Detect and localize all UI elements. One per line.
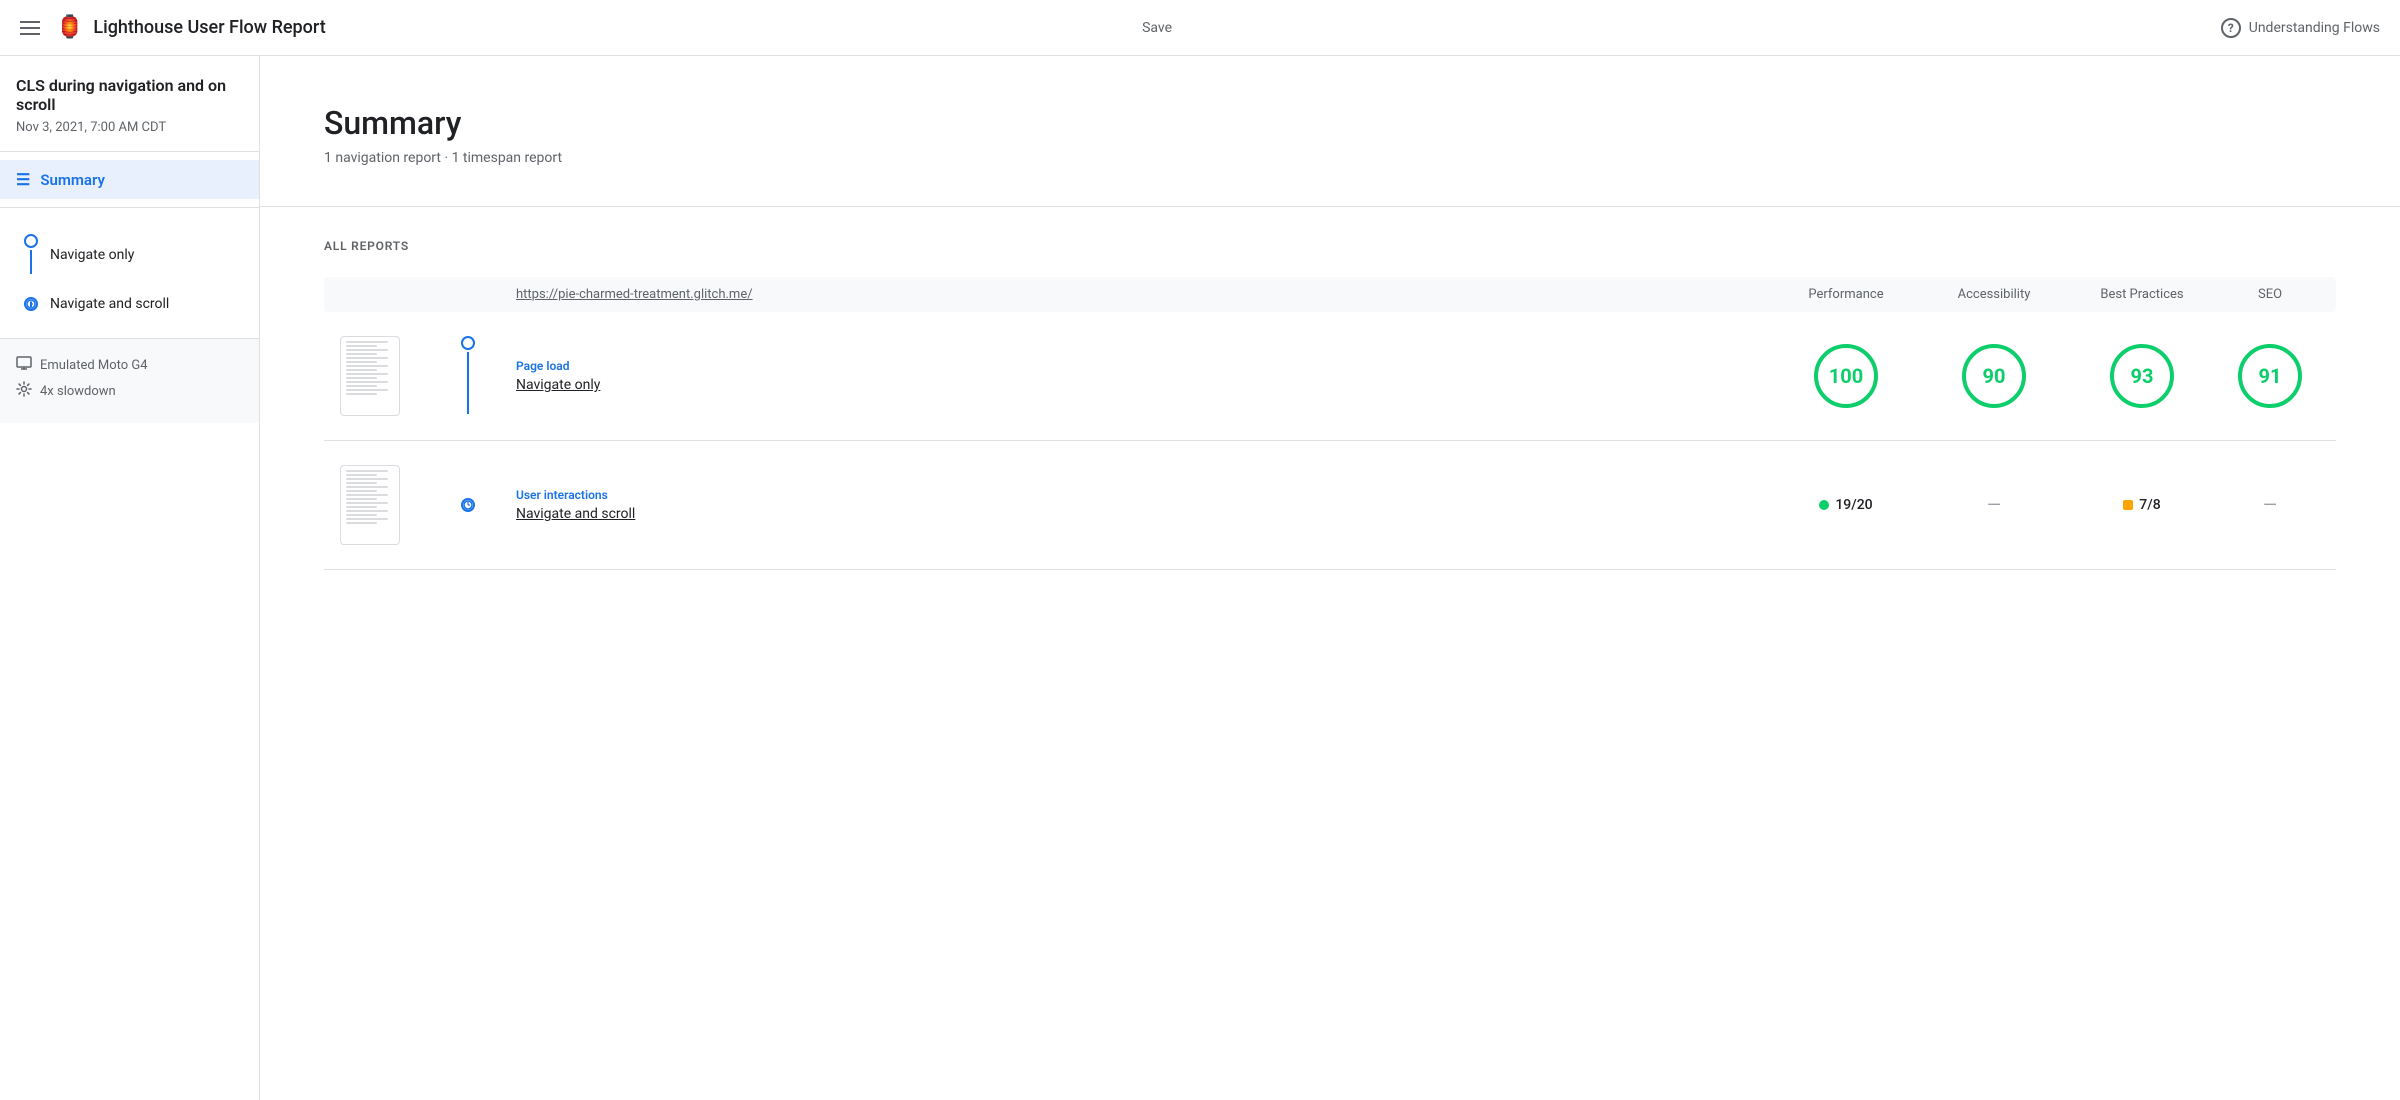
reports-section: ALL REPORTS https://pie-charmed-treatmen… <box>260 207 2400 602</box>
score-pill-performance-2[interactable]: 19/20 <box>1819 497 1872 513</box>
flow-line <box>30 250 32 274</box>
header-url: https://pie-charmed-treatment.glitch.me/ <box>516 287 1768 302</box>
report-row-navigate-only: Page load Navigate only 100 90 93 91 <box>324 312 2336 441</box>
flow-dot-clock-icon <box>24 297 38 311</box>
logo-icon: 🏮 <box>56 15 83 40</box>
score-seo-2: — <box>2220 495 2320 516</box>
score-performance-1: 100 <box>1776 344 1916 408</box>
save-button[interactable]: Save <box>1126 12 1188 44</box>
content-area: Summary 1 navigation report · 1 timespan… <box>260 56 2400 1100</box>
summary-title: Summary <box>324 104 2336 142</box>
all-reports-label: ALL REPORTS <box>324 239 2336 253</box>
report-name-navigate-scroll[interactable]: Navigate and scroll <box>516 506 1768 522</box>
slowdown-label: 4x slowdown <box>40 384 116 399</box>
flow-label-navigate-scroll: Navigate and scroll <box>50 296 169 312</box>
main-layout: CLS during navigation and on scroll Nov … <box>0 56 2400 1100</box>
score-best-practices-2: 7/8 <box>2072 497 2212 513</box>
score-pill-value-bestpractices: 7/8 <box>2139 497 2160 513</box>
sidebar-device-info: Emulated Moto G4 4x slowdown <box>0 339 259 423</box>
summary-subtitle: 1 navigation report · 1 timespan report <box>324 150 2336 166</box>
header: 🏮 Lighthouse User Flow Report Save ? Und… <box>0 0 2400 56</box>
report-type-1: Page load <box>516 359 1768 373</box>
sidebar-project-info: CLS during navigation and on scroll Nov … <box>0 56 259 152</box>
gear-icon <box>16 381 32 401</box>
flow-dot-circle-icon <box>24 234 38 248</box>
flow-label-navigate-only: Navigate only <box>50 247 134 263</box>
thumbnail-1 <box>340 336 420 416</box>
header-title: Lighthouse User Flow Report <box>93 17 1126 38</box>
sidebar: CLS during navigation and on scroll Nov … <box>0 56 260 1100</box>
project-date: Nov 3, 2021, 7:00 AM CDT <box>16 120 243 135</box>
hamburger-menu[interactable] <box>20 21 40 35</box>
flow-circle-indicator <box>461 336 475 350</box>
score-pill-value-performance: 19/20 <box>1835 497 1872 513</box>
score-performance-2: 19/20 <box>1776 497 1916 513</box>
header-performance: Performance <box>1776 287 1916 302</box>
flow-line-indicator <box>467 352 469 414</box>
score-dot-green <box>1819 500 1829 510</box>
report-row-navigate-scroll: User interactions Navigate and scroll 19… <box>324 441 2336 570</box>
understanding-flows-link[interactable]: ? Understanding Flows <box>2221 18 2380 38</box>
report-name-navigate-only[interactable]: Navigate only <box>516 377 1768 393</box>
thumbnail-2 <box>340 465 420 545</box>
sidebar-item-navigate-scroll[interactable]: Navigate and scroll <box>0 286 259 322</box>
summary-label: Summary <box>40 171 105 189</box>
header-accessibility: Accessibility <box>1924 287 2064 302</box>
flow-connector-2 <box>24 297 38 311</box>
score-square-orange <box>2123 500 2133 510</box>
project-title: CLS during navigation and on scroll <box>16 76 243 114</box>
device-label: Emulated Moto G4 <box>40 358 148 373</box>
device-emulation: Emulated Moto G4 <box>16 355 243 375</box>
sidebar-item-navigate-only[interactable]: Navigate only <box>0 224 259 286</box>
sidebar-item-summary[interactable]: ☰ Summary <box>0 160 259 199</box>
flow-clock-indicator <box>461 498 475 512</box>
sidebar-flows: Navigate only Navigate and scroll <box>0 208 259 339</box>
flow-indicator-1 <box>428 336 508 416</box>
score-dash-seo: — <box>2263 495 2277 516</box>
score-pill-bestpractices-2[interactable]: 7/8 <box>2123 497 2160 513</box>
report-type-2: User interactions <box>516 488 1768 502</box>
score-circle-seo-1[interactable]: 91 <box>2238 344 2302 408</box>
understanding-flows-label: Understanding Flows <box>2249 20 2380 36</box>
flow-indicator-2 <box>428 465 508 545</box>
score-best-practices-1: 93 <box>2072 344 2212 408</box>
help-icon: ? <box>2221 18 2241 38</box>
score-accessibility-2: — <box>1924 495 2064 516</box>
monitor-icon <box>16 355 32 375</box>
score-circle-performance-1[interactable]: 100 <box>1814 344 1878 408</box>
list-icon: ☰ <box>16 170 30 189</box>
sidebar-nav: ☰ Summary <box>0 152 259 208</box>
score-accessibility-1: 90 <box>1924 344 2064 408</box>
score-dash-accessibility: — <box>1987 495 2001 516</box>
summary-section: Summary 1 navigation report · 1 timespan… <box>260 56 2400 207</box>
score-circle-bestpractices-1[interactable]: 93 <box>2110 344 2174 408</box>
reports-table-header: https://pie-charmed-treatment.glitch.me/… <box>324 277 2336 312</box>
header-seo: SEO <box>2220 287 2320 302</box>
score-circle-accessibility-1[interactable]: 90 <box>1962 344 2026 408</box>
device-slowdown: 4x slowdown <box>16 381 243 401</box>
score-seo-1: 91 <box>2220 344 2320 408</box>
header-best-practices: Best Practices <box>2072 287 2212 302</box>
flow-connector-1 <box>24 234 38 276</box>
report-info-1: Page load Navigate only <box>516 359 1768 393</box>
report-info-2: User interactions Navigate and scroll <box>516 488 1768 522</box>
